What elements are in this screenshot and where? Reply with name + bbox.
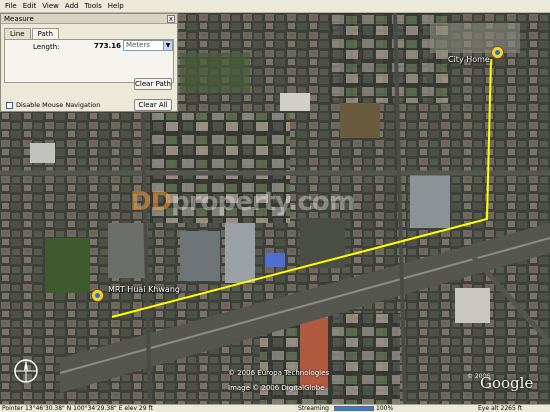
unit-select[interactable]: Meters ▼ <box>123 40 173 51</box>
menu-view[interactable]: View <box>39 0 62 13</box>
placemark-label-mrt[interactable]: MRT Huai Khwang <box>108 285 180 294</box>
google-logo: Google <box>480 374 534 392</box>
close-icon[interactable]: x <box>167 15 175 23</box>
watermark-prefix: DD <box>130 187 172 217</box>
unit-select-value: Meters <box>126 41 150 49</box>
streaming-label: Streaming <box>298 405 329 412</box>
pointer-readout: Pointer 13°46'30.38" N 100°34'29.38" E e… <box>2 405 153 412</box>
eye-altitude: Eye alt 2265 ft <box>478 405 523 412</box>
menu-file[interactable]: File <box>2 0 20 13</box>
clear-all-button[interactable]: Clear All <box>134 99 172 111</box>
pushpin-icon-mrt[interactable] <box>91 289 104 302</box>
chevron-down-icon[interactable]: ▼ <box>163 41 172 50</box>
pushpin-icon-home[interactable] <box>491 46 504 59</box>
copyright-digitalglobe: Image © 2006 DigitalGlobe <box>228 384 325 392</box>
watermark-rest: property.com <box>171 187 356 217</box>
menu-help[interactable]: Help <box>105 0 127 13</box>
status-bar: Pointer 13°46'30.38" N 100°34'29.38" E e… <box>0 404 550 412</box>
clear-path-button[interactable]: Clear Path <box>134 78 172 90</box>
streaming-progress-fill <box>335 407 373 410</box>
measure-title-text: Measure <box>4 15 34 23</box>
tab-line[interactable]: Line <box>4 28 31 39</box>
measure-dialog: Measure x Line Path Length: 773.16 Meter… <box>0 13 178 112</box>
measure-dialog-title: Measure x <box>1 14 177 24</box>
disable-mouse-label: Disable Mouse Navigation <box>16 101 101 109</box>
copyright-europa: © 2006 Europa Technologies <box>228 369 330 377</box>
menu-tools[interactable]: Tools <box>81 0 104 13</box>
menu-add[interactable]: Add <box>62 0 82 13</box>
watermark: DDproperty.com <box>130 187 356 217</box>
length-label: Length: <box>33 43 60 51</box>
length-value: 773.16 <box>94 42 122 50</box>
streaming-progress-bar <box>334 406 374 411</box>
menu-bar: File Edit View Add Tools Help <box>0 0 550 13</box>
measure-tabs: Line Path <box>4 28 60 40</box>
streaming-percent: 100% <box>376 405 394 412</box>
placemark-label-home[interactable]: City Home <box>448 55 490 64</box>
disable-mouse-checkbox[interactable] <box>6 102 13 109</box>
compass-icon[interactable] <box>12 357 40 385</box>
menu-edit[interactable]: Edit <box>20 0 40 13</box>
